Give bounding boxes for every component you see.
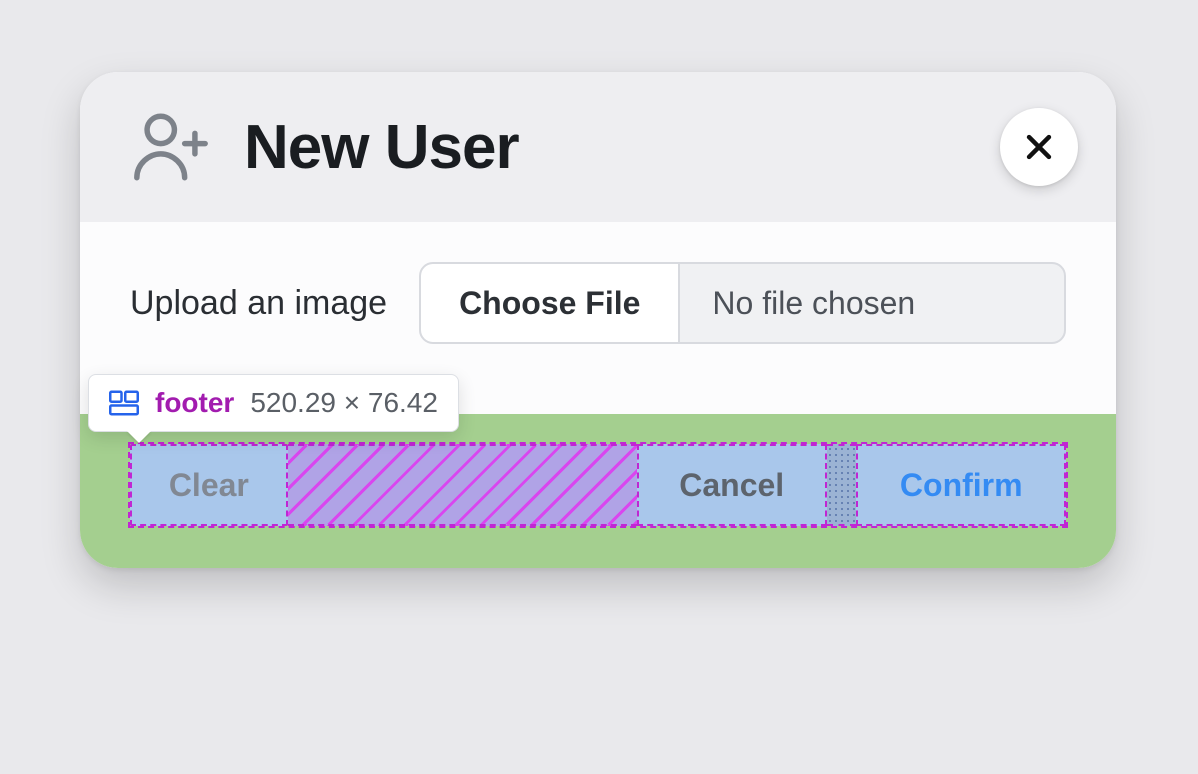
new-user-dialog: New User Upload an image Choose File No … — [80, 72, 1116, 568]
flex-empty-space — [288, 444, 637, 526]
confirm-button[interactable]: Confirm — [856, 444, 1066, 526]
file-status-text: No file chosen — [680, 264, 1064, 342]
dialog-title: New User — [244, 112, 519, 183]
devtools-tooltip: footer 520.29 × 76.42 — [88, 374, 459, 432]
close-icon — [1022, 130, 1056, 164]
file-picker: Choose File No file chosen — [419, 262, 1066, 344]
cancel-button[interactable]: Cancel — [637, 444, 827, 526]
flex-icon — [109, 390, 139, 416]
dialog-footer: Clear Cancel Confirm — [128, 442, 1068, 528]
dialog-footer-highlight: Clear Cancel Confirm — [80, 414, 1116, 568]
dialog-header: New User — [80, 72, 1116, 222]
tooltip-dimensions: 520.29 × 76.42 — [250, 387, 438, 419]
choose-file-button[interactable]: Choose File — [421, 264, 680, 342]
tooltip-element-name: footer — [155, 387, 234, 419]
flex-gap — [827, 444, 857, 526]
user-plus-icon — [130, 106, 212, 188]
close-button[interactable] — [1000, 108, 1078, 186]
upload-label: Upload an image — [130, 284, 387, 323]
clear-button[interactable]: Clear — [130, 444, 288, 526]
